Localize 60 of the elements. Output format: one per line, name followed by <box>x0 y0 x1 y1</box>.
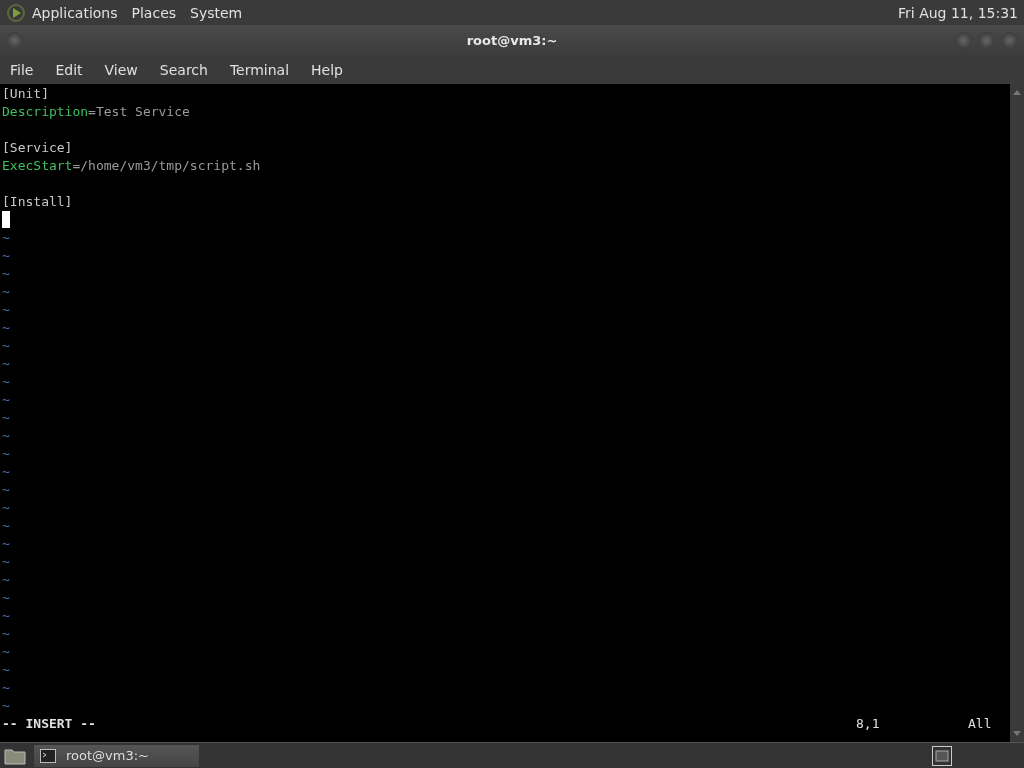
menu-item[interactable]: View <box>104 61 138 78</box>
empty-line-marker: ~ <box>2 698 10 713</box>
window-menu-button[interactable] <box>6 31 23 49</box>
menu-item[interactable]: Terminal <box>229 61 290 78</box>
empty-line-marker: ~ <box>2 284 10 299</box>
terminal[interactable]: [Unit] Description=Test Service [Service] ExecStart=/home/vm3/tmp/script.sh [Install] ~ ~ ~ ~ ~ ~ ~ ~ ~ ~ ~ ~ ~ ~ ~ ~ ~ ~ ~ ~ ~ ~ ~ ~ ~ ~ ~ -- INSERT -- 8,1 All <box>0 84 1010 742</box>
empty-line-marker: ~ <box>2 680 10 695</box>
scrollbar[interactable] <box>1010 84 1024 742</box>
play-circle-icon[interactable] <box>6 2 26 23</box>
up-arrow-icon[interactable] <box>1012 88 1022 96</box>
empty-line-marker: ~ <box>2 266 10 281</box>
panel-menu[interactable]: System <box>190 4 243 21</box>
empty-line-marker: ~ <box>2 500 10 515</box>
text-cursor <box>2 211 10 228</box>
down-arrow-icon[interactable] <box>1012 730 1022 738</box>
section-header: [Install] <box>2 194 73 209</box>
section-header: [Unit] <box>2 86 49 101</box>
config-key: Description <box>2 104 89 119</box>
empty-line-marker: ~ <box>2 230 10 245</box>
empty-line-marker: ~ <box>2 302 10 317</box>
empty-line-marker: ~ <box>2 320 10 335</box>
close-button[interactable] <box>1001 31 1018 49</box>
menu-item[interactable]: Edit <box>55 61 83 78</box>
minimize-button[interactable] <box>955 31 972 49</box>
empty-line-marker: ~ <box>2 248 10 263</box>
empty-line-marker: ~ <box>2 338 10 353</box>
maximize-button[interactable] <box>978 31 995 49</box>
empty-line-marker: ~ <box>2 410 10 425</box>
empty-line-marker: ~ <box>2 572 10 587</box>
empty-line-marker: ~ <box>2 374 10 389</box>
config-key: ExecStart <box>2 158 73 173</box>
window-title: root@vm3:~ <box>466 32 558 48</box>
cursor-position: 8,1 <box>856 715 881 733</box>
folder-icon[interactable] <box>4 746 26 765</box>
empty-line-marker: ~ <box>2 644 10 659</box>
empty-line-marker: ~ <box>2 554 10 569</box>
empty-line-marker: ~ <box>2 536 10 551</box>
empty-line-marker: ~ <box>2 590 10 605</box>
section-header: [Service] <box>2 140 73 155</box>
mode-indicator: -- INSERT -- <box>2 715 96 733</box>
empty-line-marker: ~ <box>2 464 10 479</box>
panel-menu[interactable]: Places <box>131 4 177 21</box>
empty-line-marker: ~ <box>2 626 10 641</box>
empty-line-marker: ~ <box>2 662 10 677</box>
taskbar-button[interactable]: root@vm3:~ <box>34 744 199 767</box>
menu-item[interactable]: Help <box>311 61 343 78</box>
empty-line-marker: ~ <box>2 392 10 407</box>
clock[interactable]: Fri Aug 11, 15:31 <box>898 4 1018 21</box>
menu-item[interactable]: Search <box>159 61 208 78</box>
config-value: =/home/vm3/tmp/script.sh <box>72 158 261 173</box>
empty-line-marker: ~ <box>2 428 10 443</box>
empty-line-marker: ~ <box>2 356 10 371</box>
menu-item[interactable]: File <box>10 61 34 78</box>
panel-menu[interactable]: Applications <box>32 4 118 21</box>
empty-line-marker: ~ <box>2 518 10 533</box>
empty-line-marker: ~ <box>2 608 10 623</box>
scroll-indicator: All <box>968 715 993 733</box>
config-value: =Test Service <box>88 104 190 119</box>
empty-line-marker: ~ <box>2 446 10 461</box>
empty-line-marker: ~ <box>2 482 10 497</box>
